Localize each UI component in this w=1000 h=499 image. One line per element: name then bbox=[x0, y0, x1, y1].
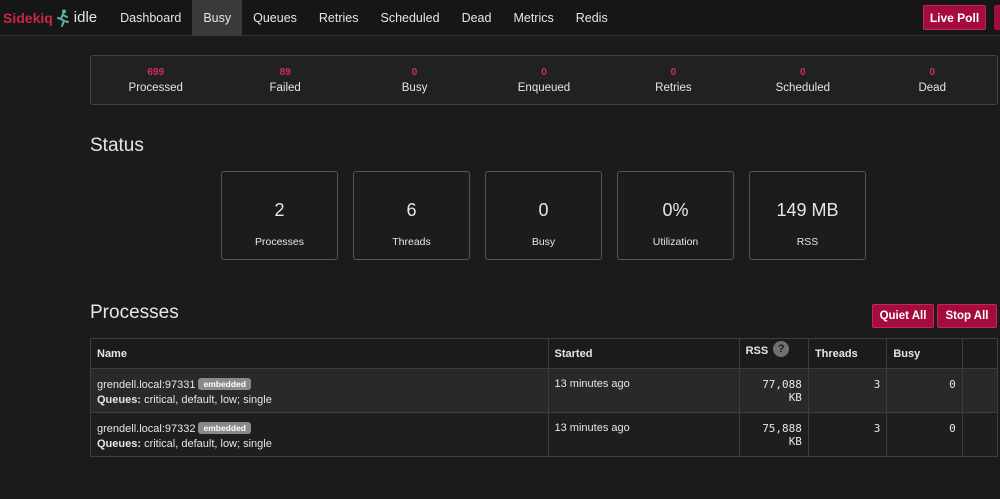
status-card-utilization: 0% Utilization bbox=[617, 171, 734, 260]
stat-processed[interactable]: 699 Processed bbox=[91, 56, 220, 104]
card-value: 0% bbox=[662, 200, 689, 220]
busy-cell: 0 bbox=[886, 368, 963, 413]
column-header-threads: Threads bbox=[807, 338, 888, 369]
help-icon[interactable]: ? bbox=[773, 341, 790, 358]
nav-item-scheduled[interactable]: Scheduled bbox=[369, 0, 450, 36]
stat-value: 0 bbox=[411, 66, 418, 78]
live-poll-button[interactable]: Live Poll bbox=[923, 5, 986, 30]
runner-icon bbox=[56, 9, 69, 27]
stat-label: Busy bbox=[401, 81, 428, 94]
stat-value: 89 bbox=[279, 66, 291, 78]
column-header-name: Name bbox=[90, 338, 549, 369]
threads-cell: 3 bbox=[807, 368, 888, 413]
status-card-rss: 149 MB RSS bbox=[749, 171, 866, 260]
queues-value: critical, default, low; single bbox=[144, 438, 272, 450]
queues-value: critical, default, low; single bbox=[144, 394, 272, 406]
table-row: grendell.local:97331 embedded Queues: cri… bbox=[90, 368, 999, 413]
nav-item-queues[interactable]: Queues bbox=[242, 0, 308, 36]
stat-scheduled[interactable]: 0 Scheduled bbox=[738, 56, 867, 104]
queues-label: Queues: bbox=[97, 438, 142, 450]
process-cell: grendell.local:97331 embedded Queues: cri… bbox=[90, 368, 549, 413]
brand-name[interactable]: Sidekiq bbox=[3, 10, 53, 26]
column-header-busy: Busy bbox=[886, 338, 963, 369]
card-label: Threads bbox=[392, 236, 431, 248]
busy-cell: 0 bbox=[886, 412, 963, 457]
process-cell: grendell.local:97332 embedded Queues: cri… bbox=[90, 412, 549, 457]
stat-value: 0 bbox=[670, 66, 677, 78]
status-card-busy: 0 Busy bbox=[485, 171, 602, 260]
stat-value: 0 bbox=[800, 66, 806, 78]
nav-item-metrics[interactable]: Metrics bbox=[502, 0, 564, 36]
stat-busy[interactable]: 0 Busy bbox=[350, 56, 479, 104]
process-name: grendell.local:97332 bbox=[97, 423, 196, 435]
navbar-edge-button[interactable] bbox=[994, 5, 1000, 30]
threads-cell: 3 bbox=[807, 412, 888, 457]
stat-failed[interactable]: 89 Failed bbox=[220, 56, 349, 104]
process-name: grendell.local:97331 bbox=[97, 379, 196, 391]
actions-cell bbox=[961, 368, 999, 413]
summary-stats-bar: 699 Processed 89 Failed 0 Busy 0 Enqueue… bbox=[90, 55, 998, 105]
card-label: RSS bbox=[796, 236, 819, 248]
nav-item-redis[interactable]: Redis bbox=[565, 0, 619, 36]
status-heading: Status bbox=[90, 135, 144, 156]
queues-label: Queues: bbox=[97, 394, 142, 406]
stat-label: Failed bbox=[269, 81, 301, 94]
stat-enqueued[interactable]: 0 Enqueued bbox=[479, 56, 608, 104]
started-cell: 13 minutes ago bbox=[547, 368, 740, 413]
embedded-badge: embedded bbox=[198, 422, 251, 434]
card-label: Busy bbox=[531, 236, 556, 248]
quiet-all-button[interactable]: Quiet All bbox=[872, 304, 934, 328]
card-value: 0 bbox=[538, 200, 549, 220]
started-cell: 13 minutes ago bbox=[547, 412, 740, 457]
stat-label: Retries bbox=[655, 81, 692, 94]
stat-label: Dead bbox=[918, 81, 946, 94]
column-header-started: Started bbox=[547, 338, 740, 369]
stat-value: 0 bbox=[929, 66, 936, 78]
card-value: 149 MB bbox=[776, 200, 839, 220]
server-status: idle bbox=[73, 9, 98, 26]
embedded-badge: embedded bbox=[198, 378, 251, 390]
rss-cell: 77,088 KB bbox=[738, 368, 809, 413]
card-value: 2 bbox=[274, 200, 285, 220]
nav-item-busy[interactable]: Busy bbox=[192, 0, 243, 36]
processes-heading: Processes bbox=[90, 302, 179, 323]
column-header-actions bbox=[961, 338, 999, 369]
stat-label: Processed bbox=[128, 81, 183, 94]
stop-all-button[interactable]: Stop All bbox=[937, 304, 997, 328]
stat-value: 0 bbox=[541, 66, 547, 78]
rss-cell: 75,888 KB bbox=[738, 412, 809, 457]
table-row: grendell.local:97332 embedded Queues: cri… bbox=[90, 412, 999, 457]
card-label: Processes bbox=[254, 236, 305, 248]
card-label: Utilization bbox=[652, 236, 699, 248]
stat-label: Enqueued bbox=[517, 81, 571, 94]
processes-table: Name Started RSS? Threads Busy grendell.… bbox=[90, 338, 999, 457]
stat-value: 699 bbox=[147, 66, 165, 78]
table-header-row: Name Started RSS? Threads Busy bbox=[90, 338, 999, 369]
nav-item-dead[interactable]: Dead bbox=[451, 0, 503, 36]
top-navbar: Sidekiq idle Dashboard Busy Queues Retri… bbox=[0, 0, 1000, 36]
stat-dead[interactable]: 0 Dead bbox=[868, 56, 997, 104]
rss-label: RSS bbox=[745, 345, 769, 357]
stat-retries[interactable]: 0 Retries bbox=[609, 56, 738, 104]
brand[interactable]: Sidekiq idle bbox=[0, 0, 97, 36]
nav-item-dashboard[interactable]: Dashboard bbox=[109, 0, 192, 36]
nav-item-retries[interactable]: Retries bbox=[308, 0, 370, 36]
actions-cell bbox=[961, 412, 999, 457]
stat-label: Scheduled bbox=[775, 81, 830, 94]
nav-menu: Dashboard Busy Queues Retries Scheduled … bbox=[109, 0, 619, 36]
status-card-processes: 2 Processes bbox=[221, 171, 338, 260]
status-card-threads: 6 Threads bbox=[353, 171, 470, 260]
status-cards: 2 Processes 6 Threads 0 Busy 0% Utilizat… bbox=[221, 171, 866, 260]
column-header-rss: RSS? bbox=[738, 338, 809, 369]
card-value: 6 bbox=[406, 200, 417, 220]
